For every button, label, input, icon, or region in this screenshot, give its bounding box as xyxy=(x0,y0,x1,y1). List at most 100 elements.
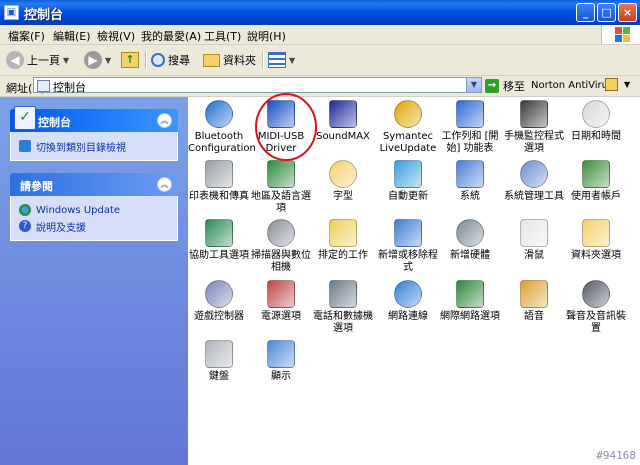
forward-button[interactable]: ▶ ▼ xyxy=(84,49,111,71)
item-label: SoundMAX xyxy=(316,131,370,142)
item-label: 自動更新 xyxy=(388,191,428,202)
views-button[interactable]: ▼ xyxy=(268,49,295,71)
close-button[interactable]: × xyxy=(618,3,637,22)
control-panel-item[interactable]: 掃描器與數位相機 xyxy=(250,219,312,274)
address-input[interactable]: 控制台 ▼ xyxy=(33,77,482,94)
search-label: 搜尋 xyxy=(168,54,190,67)
maximize-button[interactable]: □ xyxy=(597,3,616,22)
highlight-circle xyxy=(255,93,317,161)
control-panel-item[interactable]: 電話和數據機選項 xyxy=(312,280,374,335)
up-button[interactable]: ↑ xyxy=(121,49,139,71)
folder-options-icon xyxy=(582,219,610,247)
link-label: Windows Update xyxy=(36,204,121,216)
item-label: 網路連線 xyxy=(388,311,428,322)
link-label: 切換到類別目錄檢視 xyxy=(36,142,126,154)
item-label: Symantec LiveUpdate xyxy=(379,131,437,154)
control-panel-item[interactable]: 工作列和 [開始] 功能表 xyxy=(439,100,501,155)
search-button[interactable]: 搜尋 xyxy=(151,49,190,71)
taskbar-icon xyxy=(456,100,484,128)
back-button[interactable]: ◀ 上一頁 ▼ xyxy=(6,49,69,71)
control-panel-item[interactable]: 網際網路選項 xyxy=(439,280,501,323)
menu-edit[interactable]: 編輯(E) xyxy=(53,28,91,44)
folder-up-icon: ↑ xyxy=(121,52,139,68)
back-arrow-icon: ◀ xyxy=(6,51,24,69)
windows-update-link[interactable]: Windows Update xyxy=(19,202,169,218)
control-panel-item[interactable]: 地區及語言選項 xyxy=(250,160,312,215)
printer-icon xyxy=(205,160,233,188)
control-panel-item[interactable]: 系統 xyxy=(439,160,501,203)
display-icon xyxy=(267,340,295,368)
menu-help[interactable]: 說明(H) xyxy=(247,28,286,44)
folder-icon xyxy=(203,53,220,67)
collapse-button[interactable]: ︽ xyxy=(157,177,172,192)
control-panel-item[interactable]: 日期和時間 xyxy=(565,100,627,143)
control-panel-item[interactable]: 印表機和傳真 xyxy=(188,160,250,203)
control-panel-item[interactable]: 字型 xyxy=(312,160,374,203)
norton-antivirus-label[interactable]: Norton AntiVirus xyxy=(531,80,613,91)
window-title: 控制台 xyxy=(24,8,64,23)
panel-header[interactable]: 請參閱 ︽ xyxy=(10,173,178,196)
control-panel-item[interactable]: 資料夾選項 xyxy=(565,219,627,262)
go-button[interactable]: → 移至 xyxy=(485,78,525,94)
panel-body: Windows Update ? 說明及支援 xyxy=(10,196,178,241)
menu-tools[interactable]: 工具(T) xyxy=(204,28,241,44)
control-panel-item[interactable]: 自動更新 xyxy=(377,160,439,203)
item-label: 顯示 xyxy=(271,371,291,382)
menu-file[interactable]: 檔案(F) xyxy=(8,28,45,44)
control-panel-item[interactable]: 聲音及音訊裝置 xyxy=(565,280,627,335)
control-panel-item[interactable]: 使用者帳戶 xyxy=(565,160,627,203)
folders-button[interactable]: 資料夾 xyxy=(203,49,256,71)
control-panel-item[interactable]: Symantec LiveUpdate xyxy=(377,100,439,155)
back-label: 上一頁 xyxy=(27,54,60,67)
menu-view[interactable]: 檢視(V) xyxy=(97,28,135,44)
phone-icon xyxy=(520,100,548,128)
item-label: 遊戲控制器 xyxy=(194,311,244,322)
control-panel-item[interactable]: 語音 xyxy=(503,280,565,323)
item-label: Bluetooth Configuration xyxy=(188,131,256,154)
control-panel-item[interactable]: 新增或移除程式 xyxy=(377,219,439,274)
control-panel-item[interactable]: 網路連線 xyxy=(377,280,439,323)
control-panel-item[interactable]: 新增硬體 xyxy=(439,219,501,262)
control-panel-item[interactable]: 滑鼠 xyxy=(503,219,565,262)
chevron-down-icon[interactable]: ▼ xyxy=(624,80,630,89)
control-panel-item[interactable]: 排定的工作 xyxy=(312,219,374,262)
folders-label: 資料夾 xyxy=(223,54,256,67)
control-panel-panel: ✓ 控制台 ︽ 切換到類別目錄檢視 xyxy=(10,106,178,161)
address-dropdown-button[interactable]: ▼ xyxy=(466,78,481,92)
control-panel-item[interactable]: Bluetooth Configuration xyxy=(188,100,256,155)
panel-header[interactable]: ✓ 控制台 ︽ xyxy=(10,106,178,132)
item-label: 網際網路選項 xyxy=(440,311,500,322)
item-label: 印表機和傳真 xyxy=(189,191,249,202)
control-panel-item[interactable]: 顯示 xyxy=(250,340,312,383)
control-panel-icon: ▣ xyxy=(4,5,19,20)
control-panel-item[interactable]: 遊戲控制器 xyxy=(188,280,250,323)
control-panel-item[interactable]: 手機監控程式選項 xyxy=(503,100,565,155)
help-and-support-link[interactable]: ? 說明及支援 xyxy=(19,218,169,234)
admin-tools-icon xyxy=(520,160,548,188)
clock-icon xyxy=(582,100,610,128)
go-arrow-icon: → xyxy=(485,79,499,93)
item-label: 手機監控程式選項 xyxy=(504,131,564,154)
toolbar: ◀ 上一頁 ▼ ▶ ▼ ↑ 搜尋 資料夾 ▼ xyxy=(0,45,640,76)
font-folder-icon xyxy=(329,160,357,188)
control-panel-item[interactable]: 鍵盤 xyxy=(188,340,250,383)
norton-icon[interactable] xyxy=(605,78,618,91)
item-label: 系統 xyxy=(460,191,480,202)
menu-favorites[interactable]: 我的最愛(A) xyxy=(141,28,201,44)
control-panel-item[interactable]: 電源選項 xyxy=(250,280,312,323)
toolbar-separator xyxy=(145,51,147,69)
title-bar[interactable]: ▣ 控制台 _ □ × xyxy=(0,0,640,25)
task-pane: ✓ 控制台 ︽ 切換到類別目錄檢視 請參閱 ︽ Windows Update ?… xyxy=(0,97,188,465)
item-label: 資料夾選項 xyxy=(571,250,621,261)
control-panel-item[interactable]: 協助工具選項 xyxy=(188,219,250,262)
minimize-button[interactable]: _ xyxy=(576,3,595,22)
windows-logo-icon xyxy=(601,25,640,44)
switch-to-category-view-link[interactable]: 切換到類別目錄檢視 xyxy=(19,138,169,154)
gamepad-icon xyxy=(205,280,233,308)
see-also-panel: 請參閱 ︽ Windows Update ? 說明及支援 xyxy=(10,173,178,241)
control-panel-item[interactable]: SoundMAX xyxy=(312,100,374,143)
control-panel-item[interactable]: 系統管理工具 xyxy=(503,160,565,203)
collapse-button[interactable]: ︽ xyxy=(157,113,172,128)
scanner-icon xyxy=(267,219,295,247)
mouse-icon xyxy=(520,219,548,247)
